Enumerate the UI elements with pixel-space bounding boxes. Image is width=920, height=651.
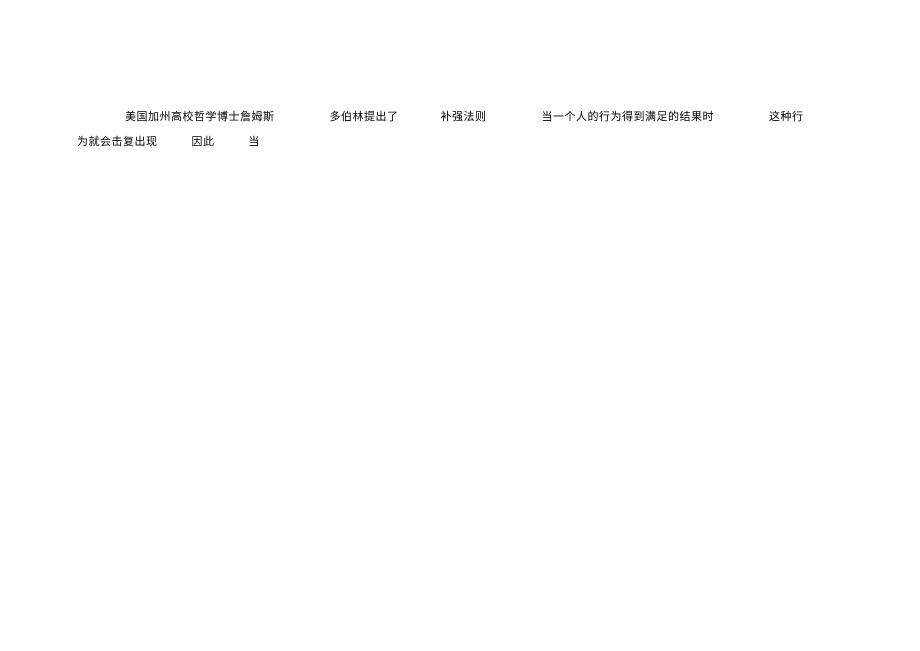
document-body: 美国加州高校哲学博士詹姆斯 多伯林提出了 补强法则 当一个人的行为得到满足的结果时 这种… — [77, 105, 870, 155]
text-segment: 因此 — [192, 136, 215, 148]
text-segment: 为就会击复出现 — [77, 136, 158, 148]
text-segment: 补强法则 — [441, 111, 487, 123]
text-segment: 当一个人的行为得到满足的结果时 — [542, 111, 715, 123]
text-segment: 多伯林提出了 — [330, 111, 399, 123]
text-segment: 美国加州高校哲学博士詹姆斯 — [125, 111, 275, 123]
text-segment: 这种行 — [769, 111, 804, 123]
text-segment: 当 — [249, 136, 261, 148]
